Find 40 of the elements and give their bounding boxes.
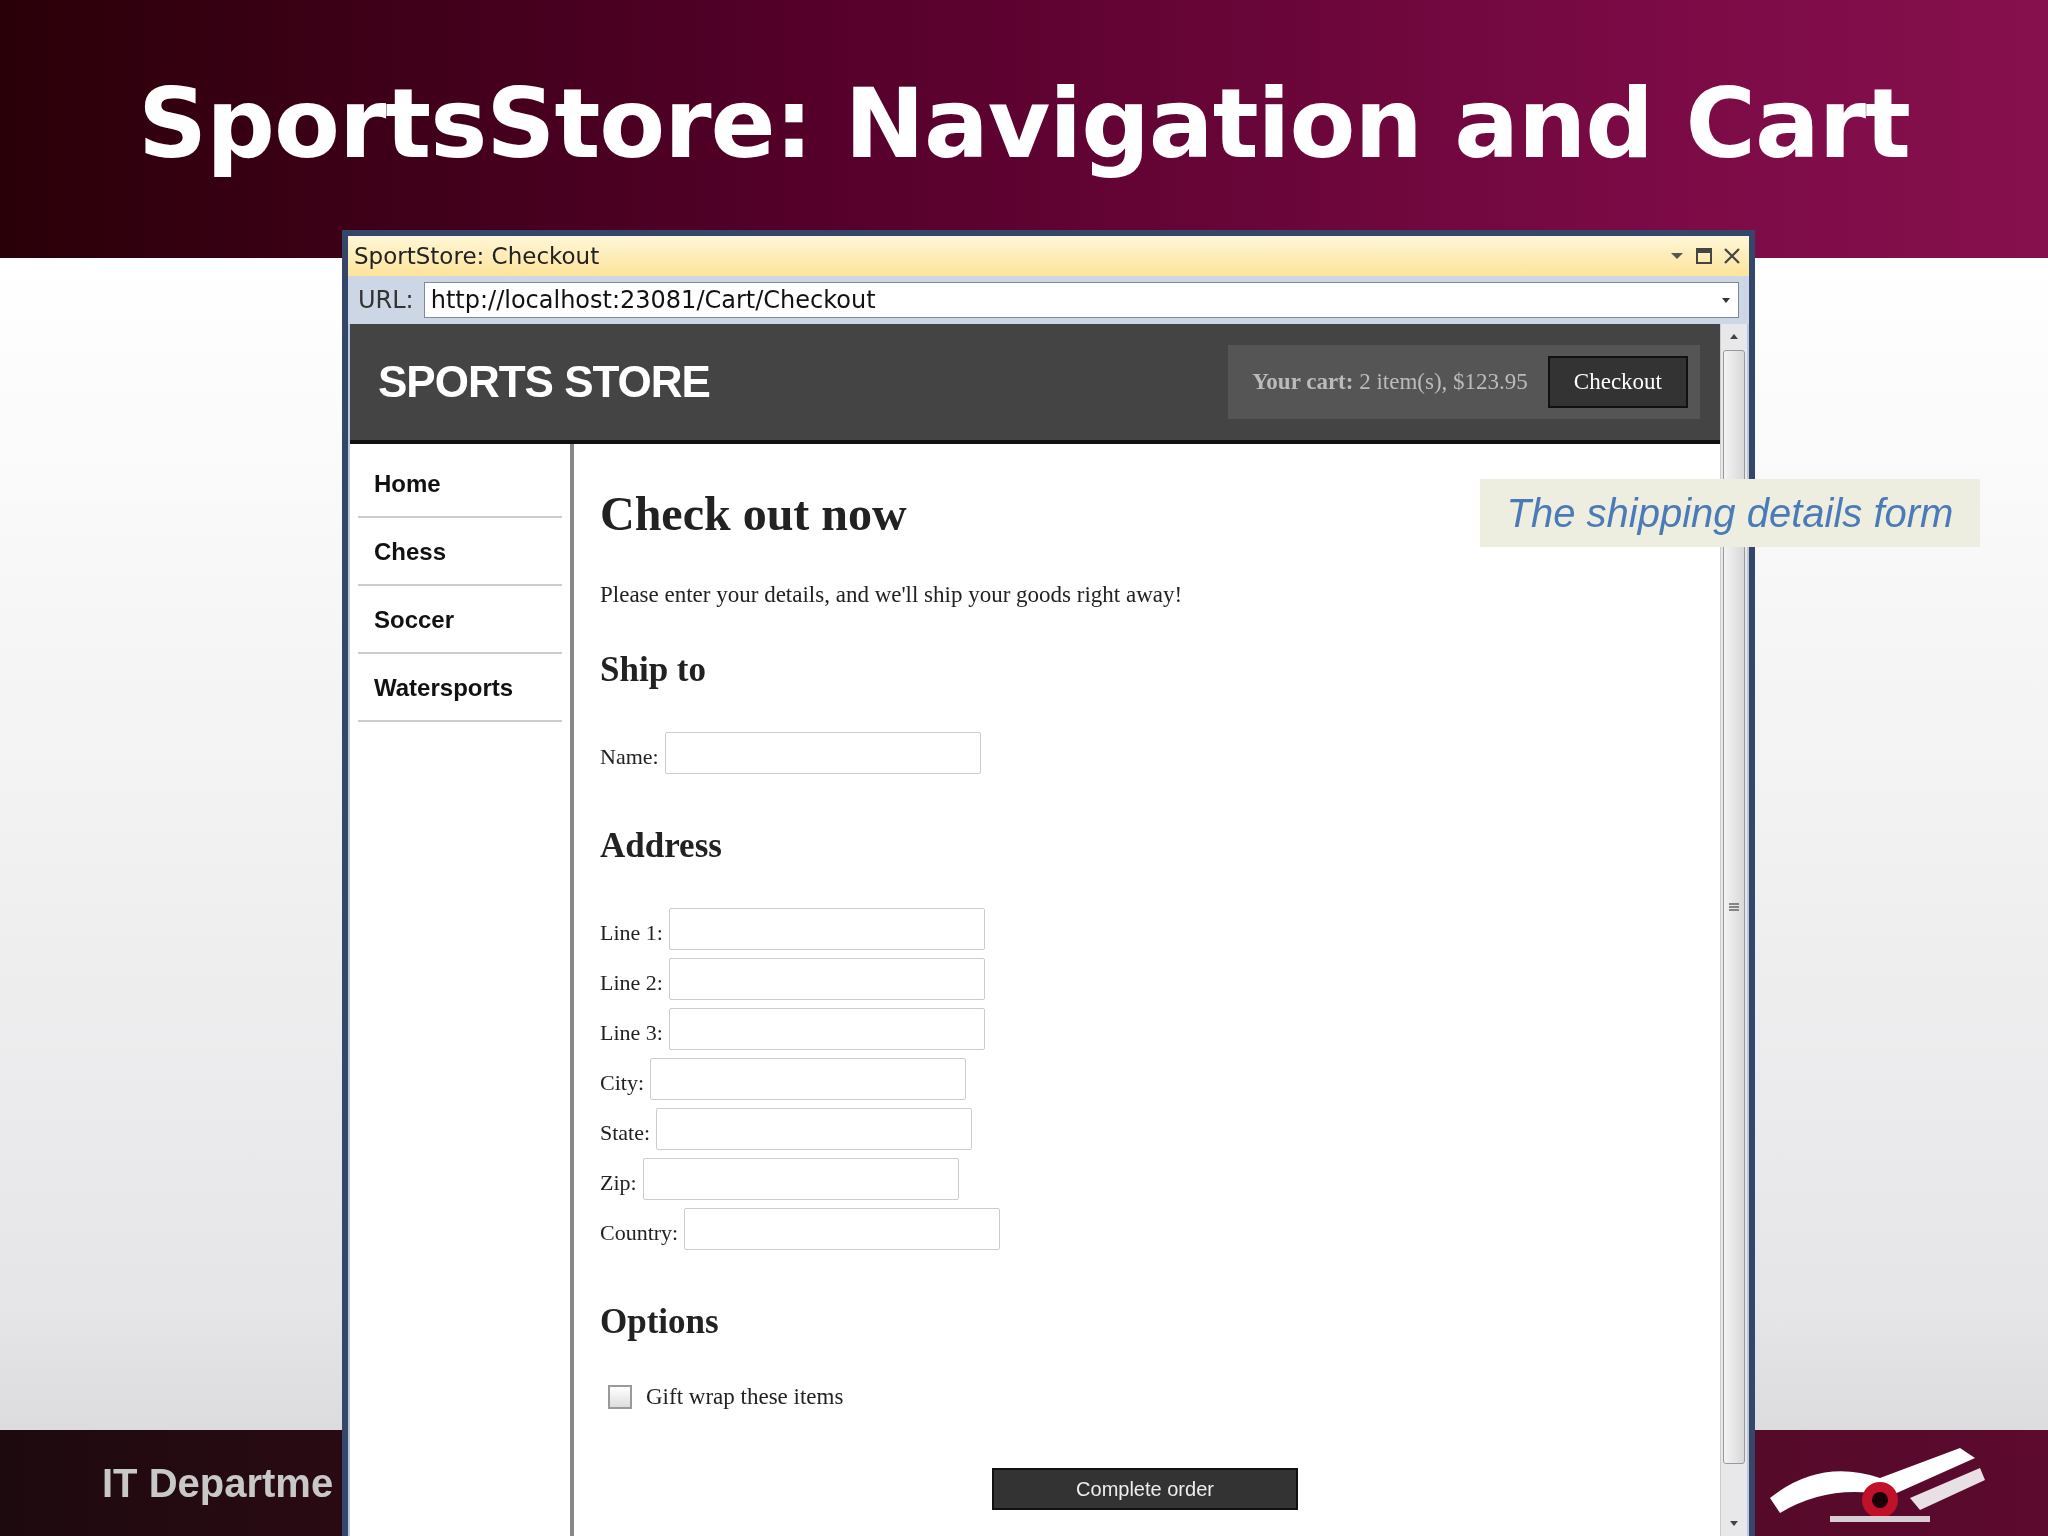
input-field[interactable] xyxy=(656,1108,973,1150)
input-field[interactable] xyxy=(668,1008,985,1050)
window-title: SportStore: Checkout xyxy=(354,243,600,269)
footer-text: IT Departme xyxy=(102,1460,334,1506)
nav-link[interactable]: Soccer xyxy=(358,586,562,654)
page-heading: Check out now xyxy=(600,486,907,542)
slide-title: SportsStore: Navigation and Cart xyxy=(138,67,1910,182)
input-field[interactable] xyxy=(668,958,985,1000)
field-label: Line 1: xyxy=(600,920,663,947)
checkbox-label: Gift wrap these items xyxy=(646,1384,844,1410)
checkbox[interactable] xyxy=(608,1385,632,1409)
section-heading: Ship to xyxy=(600,649,708,691)
site-logo: SPORTS STORE xyxy=(378,357,710,407)
input-field[interactable] xyxy=(684,1208,1001,1250)
url-field[interactable]: http://localhost:23081/Cart/Checkout xyxy=(423,282,1739,318)
field-label: State: xyxy=(600,1120,651,1147)
url-label: URL: xyxy=(358,286,414,314)
nav-link[interactable]: Watersports xyxy=(358,654,562,722)
field-label: City: xyxy=(600,1070,644,1097)
grip-icon xyxy=(1728,901,1740,913)
section-heading: Options xyxy=(600,1301,720,1343)
input-field[interactable] xyxy=(664,732,981,774)
nav-link[interactable]: Home xyxy=(358,450,562,518)
complete-order-button[interactable]: Complete order xyxy=(992,1468,1298,1510)
field-label: Name: xyxy=(600,744,659,771)
intro-text: Please enter your details, and we'll ship your goods right away! xyxy=(600,582,1184,608)
field-label: Line 3: xyxy=(600,1020,663,1047)
callout-note: The shipping details form xyxy=(1480,479,1980,547)
field-label: Country: xyxy=(600,1220,679,1247)
input-field[interactable] xyxy=(642,1158,959,1200)
input-field[interactable] xyxy=(650,1058,966,1100)
field-label: Zip: xyxy=(600,1170,637,1197)
maximize-icon[interactable] xyxy=(1695,247,1713,265)
nav-link[interactable]: Chess xyxy=(358,518,562,586)
field-label: Line 2: xyxy=(600,970,663,997)
close-icon[interactable] xyxy=(1723,247,1741,265)
cart-summary: Your cart: 2 item(s), $123.95 xyxy=(1252,369,1528,395)
checkout-button[interactable]: Checkout xyxy=(1547,356,1688,408)
input-field[interactable] xyxy=(668,908,985,950)
section-heading: Address xyxy=(600,825,723,867)
